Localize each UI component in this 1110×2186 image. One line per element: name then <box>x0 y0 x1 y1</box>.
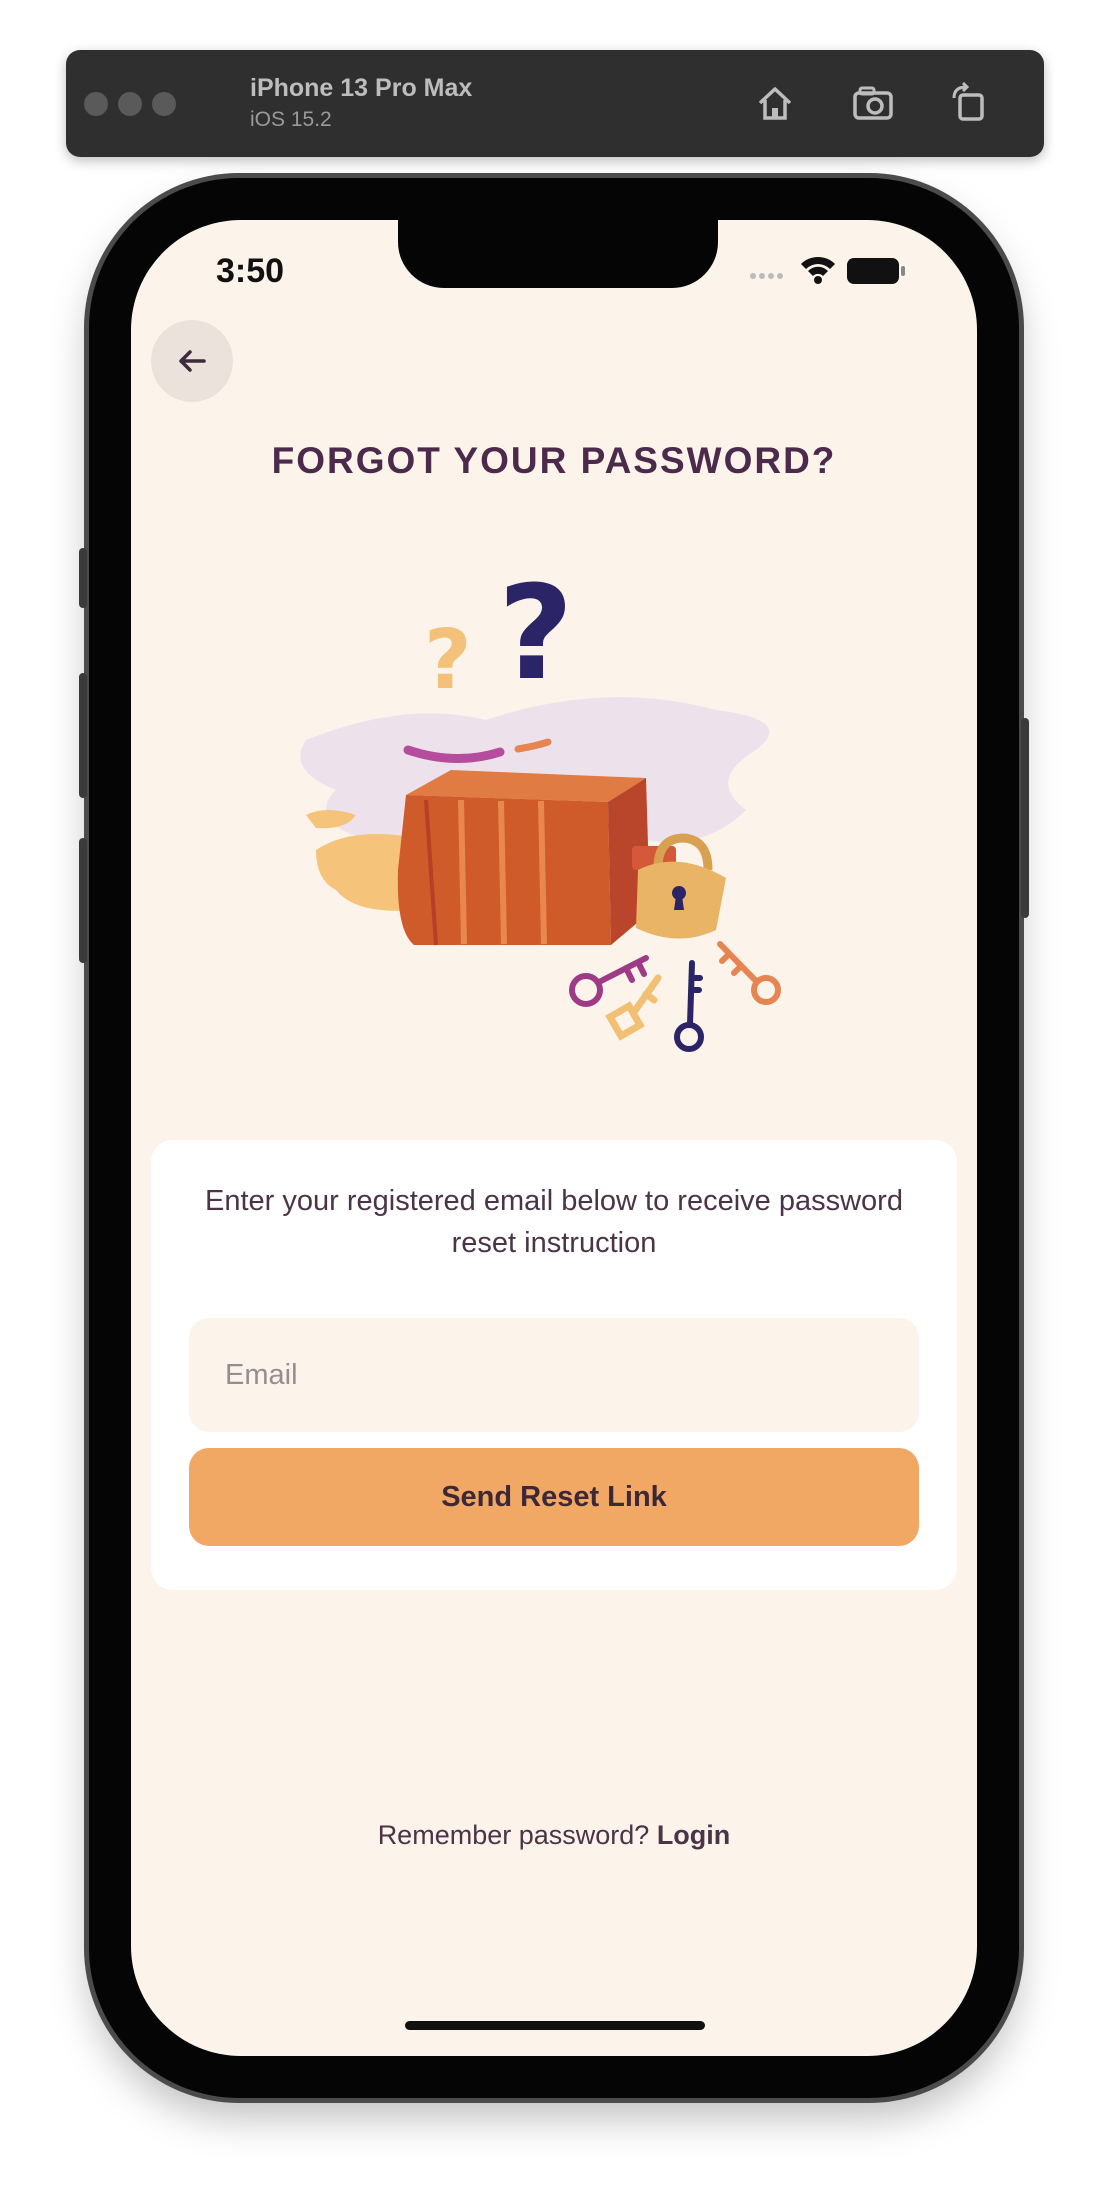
silent-switch <box>79 548 87 608</box>
remember-password-text: Remember password? <box>377 1820 650 1850</box>
iphone-frame: 3:50 FORGOT YOUR PASSWORD? ? ? Enter you… <box>79 178 1029 2098</box>
power-button <box>1021 718 1029 918</box>
signal-icon <box>750 273 783 279</box>
home-indicator <box>405 2021 705 2030</box>
instruction-text: Enter your registered email below to rec… <box>205 1185 903 1259</box>
wifi-icon <box>801 256 835 284</box>
status-icons <box>745 252 915 288</box>
key-navy <box>674 960 704 1052</box>
key-orange <box>717 941 781 1005</box>
rotate-icon[interactable] <box>944 78 994 128</box>
login-link[interactable]: Login <box>657 1820 730 1850</box>
email-field[interactable] <box>189 1318 919 1432</box>
simulator-os-version: iOS 15.2 <box>250 108 332 131</box>
arrow-left-icon <box>179 350 206 372</box>
volume-up-button <box>79 673 87 798</box>
home-icon[interactable] <box>750 78 800 128</box>
locked-box-illustration: ? ? <box>286 550 826 1080</box>
simulator-toolbar: iPhone 13 Pro Max iOS 15.2 <box>66 50 1044 157</box>
question-mark-large: ? <box>498 557 573 709</box>
minimize-window-button[interactable] <box>118 92 142 116</box>
key-purple <box>569 955 649 1007</box>
reset-card: Enter your registered email below to rec… <box>151 1140 957 1590</box>
status-time: 3:50 <box>216 252 285 290</box>
zoom-window-button[interactable] <box>152 92 176 116</box>
volume-down-button <box>79 838 87 963</box>
login-prompt: Remember password? Login <box>131 1820 977 1851</box>
back-button[interactable] <box>151 320 233 402</box>
screenshot-icon[interactable] <box>848 78 898 128</box>
key-yellow <box>605 974 662 1041</box>
send-reset-link-button[interactable]: Send Reset Link <box>189 1448 919 1546</box>
notch <box>398 220 718 288</box>
close-window-button[interactable] <box>84 92 108 116</box>
page-title: FORGOT YOUR PASSWORD? <box>271 440 837 481</box>
simulator-device-name: iPhone 13 Pro Max <box>250 74 473 102</box>
app-screen: 3:50 FORGOT YOUR PASSWORD? ? ? Enter you… <box>131 220 977 2056</box>
question-mark-small: ? <box>424 613 472 708</box>
battery-icon <box>847 258 905 284</box>
